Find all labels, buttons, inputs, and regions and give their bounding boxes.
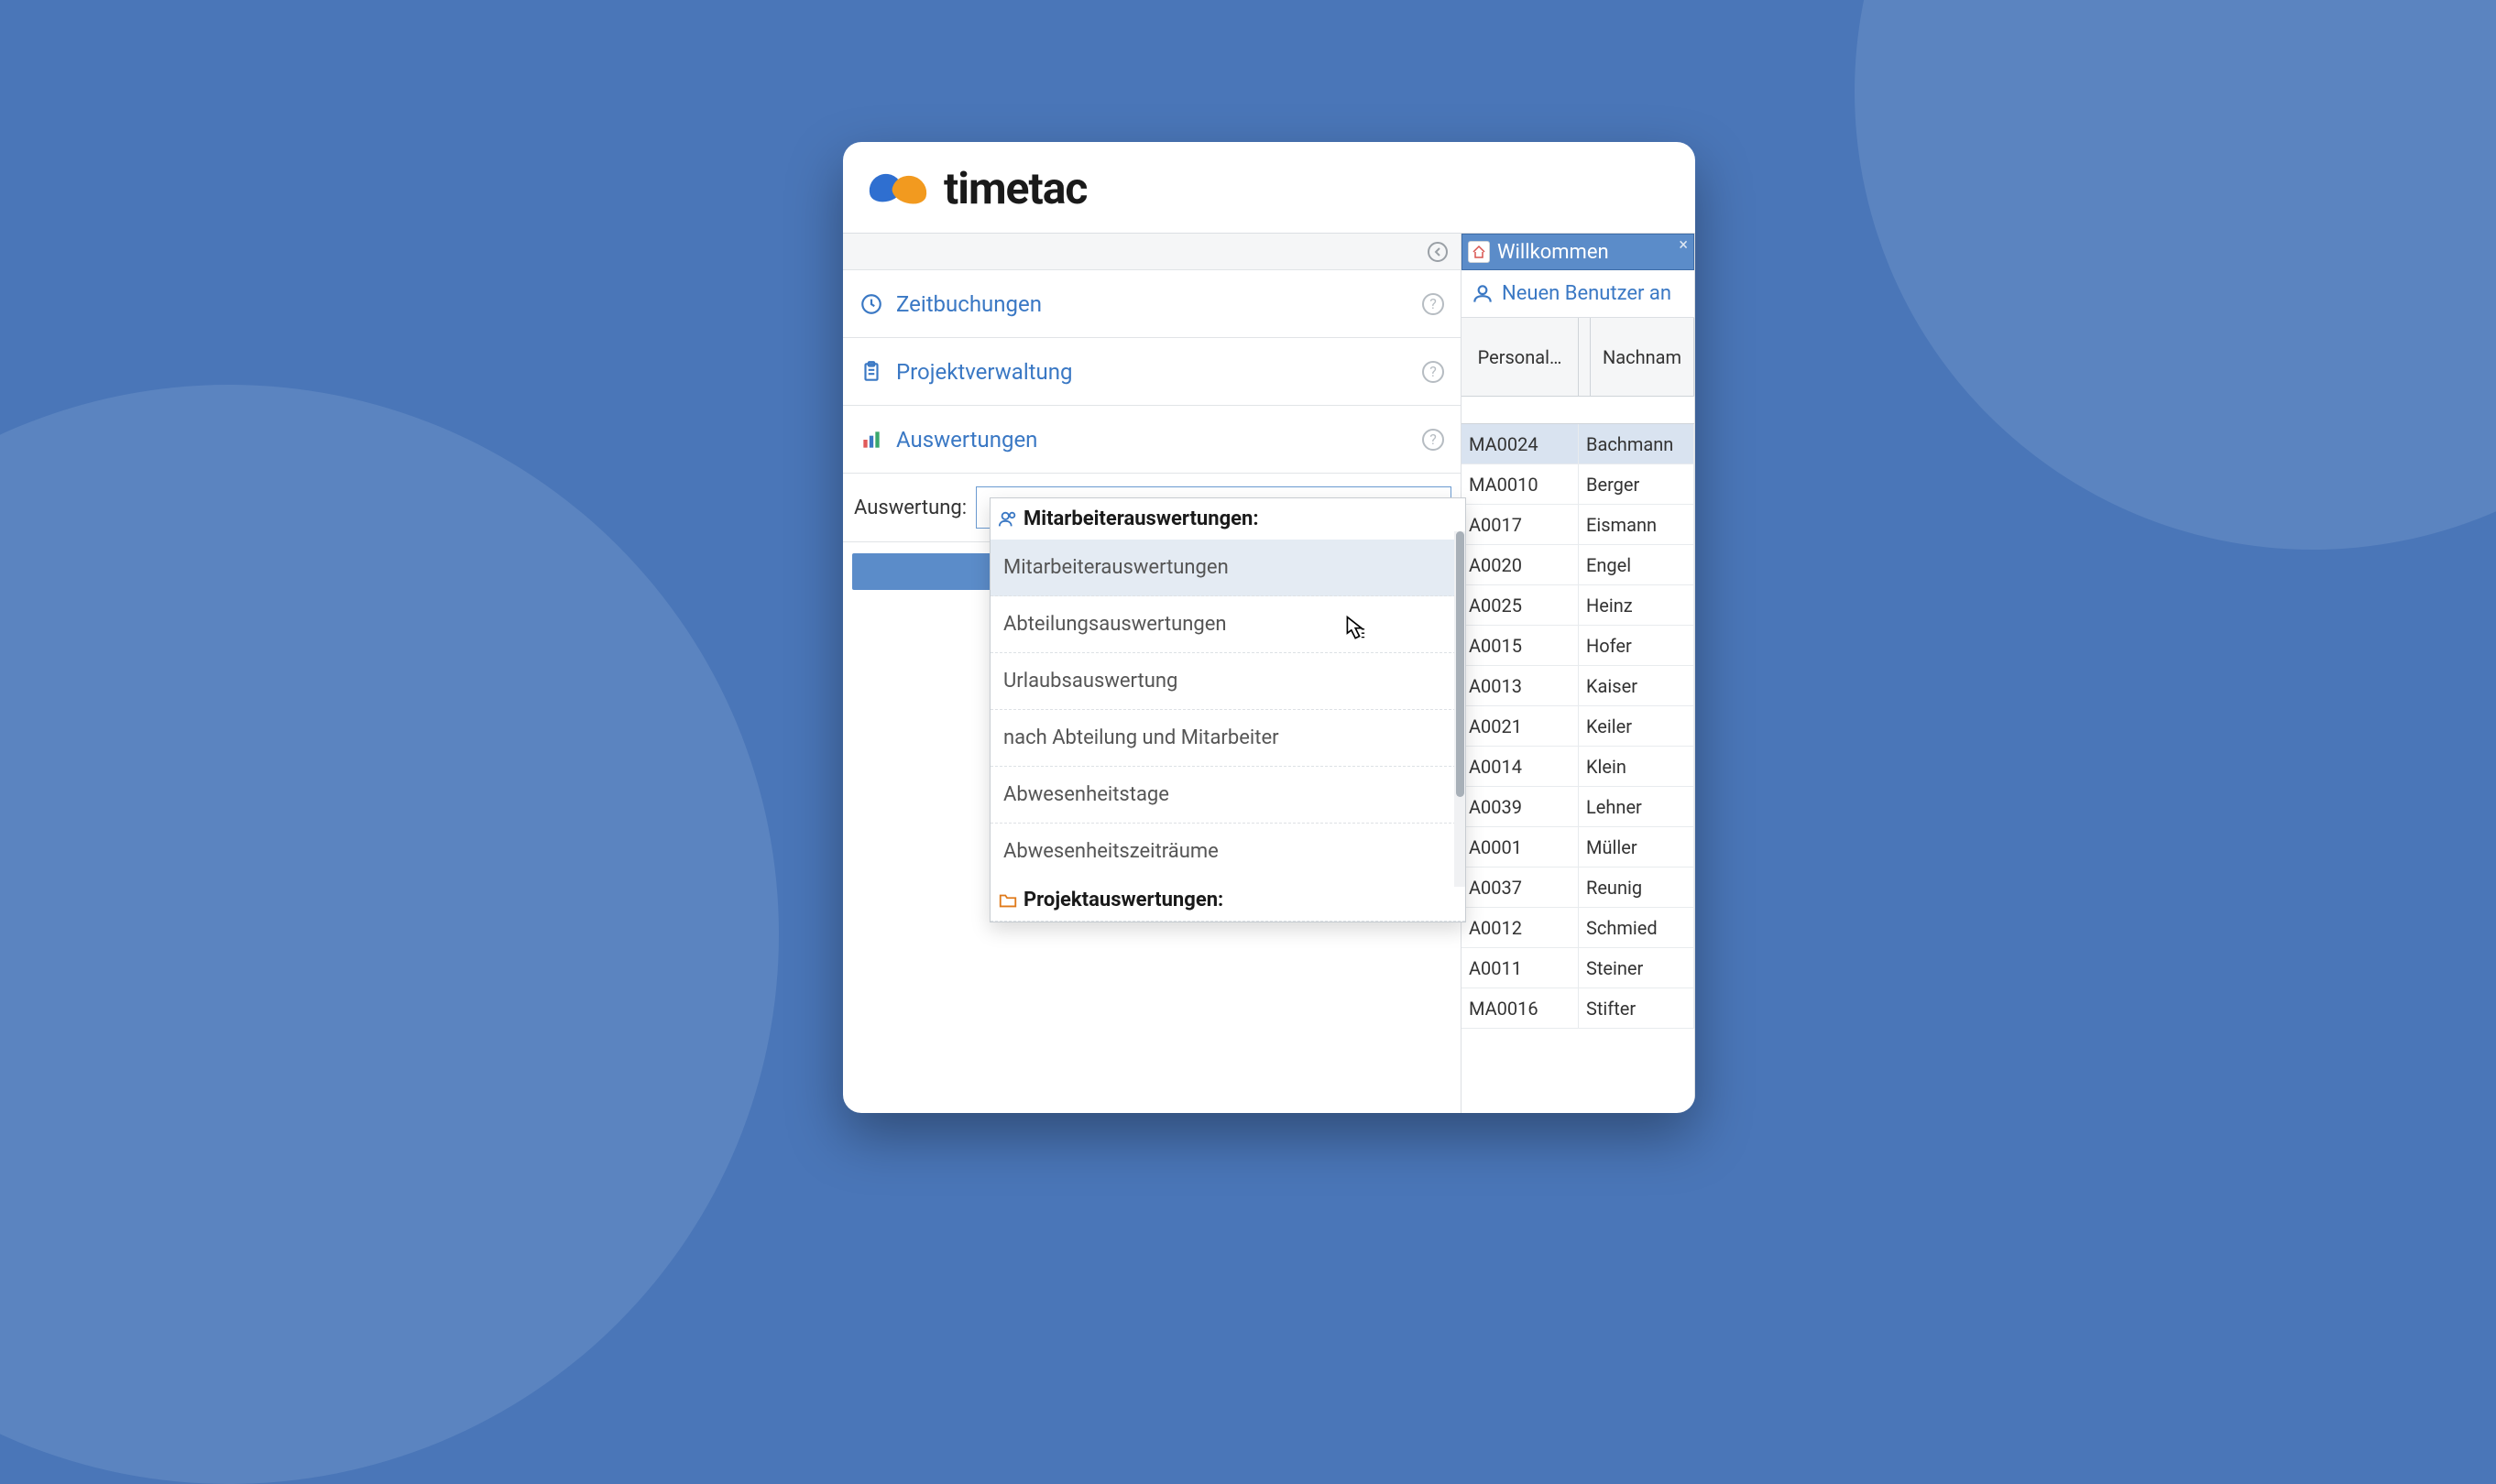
nav-item-zeitbuchungen[interactable]: Zeitbuchungen ? (843, 270, 1461, 338)
cell-nachname: Müller (1579, 827, 1694, 867)
cell-personal: A0012 (1461, 908, 1579, 947)
table-row[interactable]: A0001Müller (1461, 827, 1694, 867)
bar-chart-icon (859, 428, 883, 452)
table-row[interactable]: A0020Engel (1461, 545, 1694, 585)
table-row[interactable]: A0039Lehner (1461, 787, 1694, 827)
action-label: Neuen Benutzer an (1502, 282, 1671, 305)
sidebar: Zeitbuchungen ? Projektverwaltung ? Ausw… (843, 233, 1461, 1113)
nav-label: Projektverwaltung (896, 359, 1072, 385)
cell-nachname: Keiler (1579, 706, 1694, 746)
nav-label: Auswertungen (896, 427, 1037, 453)
cell-personal: A0011 (1461, 948, 1579, 988)
group-label: Mitarbeiterauswertungen: (1024, 507, 1259, 530)
column-header-nachname[interactable]: Nachnam (1591, 318, 1694, 396)
table-header: Personal… Nachnam (1461, 318, 1694, 397)
auswertung-dropdown: Mitarbeiterauswertungen: Mitarbeiterausw… (990, 497, 1466, 922)
cell-nachname: Lehner (1579, 787, 1694, 826)
cell-personal: A0020 (1461, 545, 1579, 584)
dropdown-item[interactable]: Urlaubsauswertung (991, 653, 1465, 710)
cell-nachname: Steiner (1579, 948, 1694, 988)
column-header-personal[interactable]: Personal… (1461, 318, 1579, 396)
dropdown-scrollbar[interactable] (1454, 531, 1465, 887)
dropdown-group-mitarbeiter: Mitarbeiterauswertungen: (991, 498, 1465, 540)
cell-nachname: Schmied (1579, 908, 1694, 947)
table-row[interactable]: A0015Hofer (1461, 626, 1694, 666)
close-icon[interactable]: × (1679, 235, 1688, 255)
help-icon[interactable]: ? (1422, 429, 1444, 451)
group-label: Projektauswertungen: (1024, 889, 1223, 911)
cell-personal: A0014 (1461, 747, 1579, 786)
sidebar-collapse-bar (843, 234, 1461, 270)
home-icon (1468, 241, 1490, 263)
app-header: timetac (843, 142, 1695, 233)
people-icon (998, 509, 1018, 529)
cell-nachname: Klein (1579, 747, 1694, 786)
cell-personal: MA0010 (1461, 464, 1579, 504)
table-row[interactable]: A0037Reunig (1461, 867, 1694, 908)
dropdown-item[interactable]: Abteilungsauswertungen (991, 596, 1465, 653)
nav-item-projektverwaltung[interactable]: Projektverwaltung ? (843, 338, 1461, 406)
cell-personal: A0025 (1461, 585, 1579, 625)
cell-personal: A0039 (1461, 787, 1579, 826)
cell-personal: A0013 (1461, 666, 1579, 705)
cell-personal: MA0016 (1461, 988, 1579, 1028)
help-icon[interactable]: ? (1422, 361, 1444, 383)
table-filter-row[interactable] (1461, 397, 1694, 424)
cell-personal: A0015 (1461, 626, 1579, 665)
dropdown-group-projekt: Projektauswertungen: (991, 879, 1465, 922)
background-circle (0, 385, 779, 1484)
cell-nachname: Kaiser (1579, 666, 1694, 705)
dropdown-item[interactable]: Mitarbeiterauswertungen (991, 540, 1465, 596)
cell-nachname: Hofer (1579, 626, 1694, 665)
nav-label: Zeitbuchungen (896, 291, 1042, 317)
background-circle (1855, 0, 2496, 550)
table-row[interactable]: MA0010Berger (1461, 464, 1694, 505)
cell-nachname: Reunig (1579, 867, 1694, 907)
table-row[interactable]: MA0024Bachmann (1461, 424, 1694, 464)
cell-nachname: Stifter (1579, 988, 1694, 1028)
scrollbar-thumb[interactable] (1456, 531, 1464, 797)
table-row[interactable]: A0021Keiler (1461, 706, 1694, 747)
cell-nachname: Eismann (1579, 505, 1694, 544)
table-row[interactable]: A0013Kaiser (1461, 666, 1694, 706)
filter-label: Auswertung: (854, 496, 967, 519)
table-row[interactable]: A0012Schmied (1461, 908, 1694, 948)
dropdown-item[interactable]: Abwesenheitstage (991, 767, 1465, 824)
collapse-icon[interactable] (1428, 242, 1448, 262)
tab-label: Willkommen (1497, 241, 1609, 264)
table-row[interactable]: A0025Heinz (1461, 585, 1694, 626)
cell-personal: A0021 (1461, 706, 1579, 746)
folder-icon (998, 890, 1018, 911)
user-add-icon (1471, 282, 1494, 306)
cell-nachname: Engel (1579, 545, 1694, 584)
nav-item-auswertungen[interactable]: Auswertungen ? (843, 406, 1461, 474)
cell-nachname: Bachmann (1579, 424, 1694, 464)
cell-personal: A0017 (1461, 505, 1579, 544)
table-body: MA0024BachmannMA0010BergerA0017EismannA0… (1461, 424, 1694, 1029)
brand-logo-icon (869, 170, 935, 207)
app-window: timetac Zeitbuchungen ? Projektverwaltun… (843, 142, 1695, 1113)
cell-nachname: Berger (1579, 464, 1694, 504)
cell-nachname: Heinz (1579, 585, 1694, 625)
cell-personal: MA0024 (1461, 424, 1579, 464)
table-row[interactable]: A0017Eismann (1461, 505, 1694, 545)
brand-name: timetac (944, 162, 1087, 214)
dropdown-item[interactable]: Abwesenheitszeiträume (991, 824, 1465, 879)
clock-icon (859, 292, 883, 316)
table-row[interactable]: MA0016Stifter (1461, 988, 1694, 1029)
dropdown-item[interactable]: nach Abteilung und Mitarbeiter (991, 710, 1465, 767)
tab-willkommen[interactable]: Willkommen × (1461, 234, 1694, 270)
table-row[interactable]: A0014Klein (1461, 747, 1694, 787)
clipboard-icon (859, 360, 883, 384)
new-user-action[interactable]: Neuen Benutzer an (1461, 270, 1694, 318)
cell-personal: A0037 (1461, 867, 1579, 907)
cell-personal: A0001 (1461, 827, 1579, 867)
table-row[interactable]: A0011Steiner (1461, 948, 1694, 988)
help-icon[interactable]: ? (1422, 293, 1444, 315)
main-panel: Willkommen × Neuen Benutzer an Personal…… (1461, 233, 1695, 1113)
